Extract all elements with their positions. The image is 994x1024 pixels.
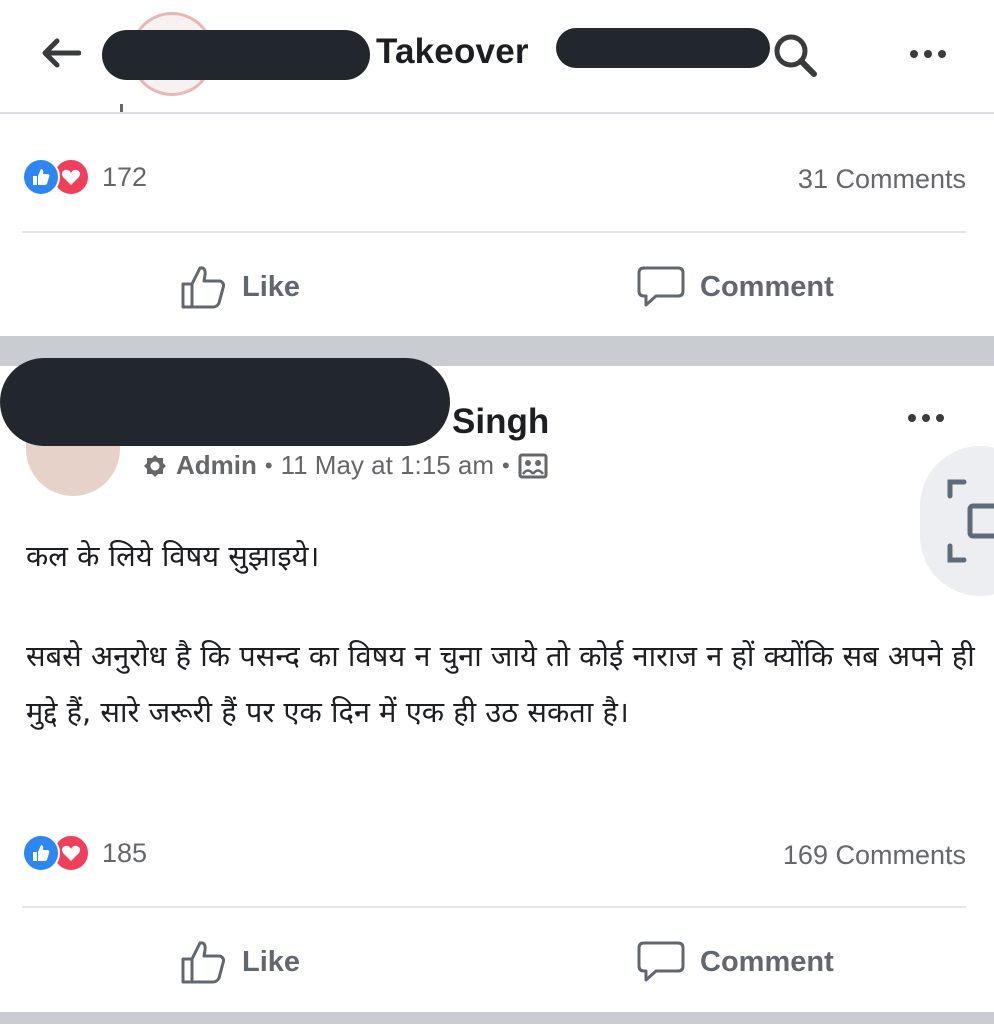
group-title: Takeover <box>376 32 529 71</box>
meta-separator: • <box>264 452 273 478</box>
post-timestamp[interactable]: 11 May at 1:15 am <box>281 450 494 481</box>
group-audience-icon <box>518 453 548 478</box>
like-button[interactable]: Like <box>180 917 300 1007</box>
post-more-options-button[interactable] <box>896 400 956 436</box>
post-stats: 172 31 Comments <box>22 154 966 204</box>
post-text-paragraph: सबसे अनुरोध है कि पसन्द का विषय न चुना ज… <box>26 639 975 729</box>
comment-label: Comment <box>700 270 834 303</box>
reactions-summary[interactable]: 185 <box>22 834 147 872</box>
comment-button[interactable]: Comment <box>636 242 834 332</box>
like-label: Like <box>242 270 301 303</box>
author-name[interactable]: Singh <box>452 402 549 442</box>
post-meta: Admin • 11 May at 1:15 am • <box>142 450 548 481</box>
post-stats: 185 169 Comments <box>22 830 966 880</box>
post-text: कल के लिये विषय सुझाइये। सबसे अनुरोध है … <box>26 528 976 740</box>
divider <box>22 231 966 233</box>
reaction-count: 172 <box>102 161 148 192</box>
comment-count-link[interactable]: 31 Comments <box>798 164 966 195</box>
thumbs-up-icon <box>181 941 226 984</box>
search-button[interactable] <box>770 30 822 82</box>
speech-bubble-icon <box>637 941 685 982</box>
post-actions: Like Comment <box>22 242 966 332</box>
like-label: Like <box>242 945 301 978</box>
more-options-button[interactable] <box>898 36 958 72</box>
facebook-group-feed: Takeover 172 31 Comments Like Comment Si… <box>0 0 994 1024</box>
dot <box>922 414 930 422</box>
reactions-summary[interactable]: 172 <box>22 158 147 196</box>
admin-badge-icon <box>144 454 166 477</box>
dot <box>910 50 918 58</box>
post-actions: Like Comment <box>22 917 966 1007</box>
truncated-text-mark <box>120 104 123 112</box>
thumbs-up-icon <box>181 266 226 309</box>
like-reaction-icon <box>22 834 60 872</box>
post-separator <box>0 1012 994 1024</box>
meta-separator: • <box>502 452 510 478</box>
comment-label: Comment <box>700 945 834 978</box>
top-app-bar: Takeover <box>0 0 994 114</box>
comment-count-link[interactable]: 169 Comments <box>783 840 966 871</box>
dot <box>936 414 944 422</box>
like-reaction-icon <box>22 158 60 196</box>
dot <box>938 50 946 58</box>
post-text-line: कल के लिये विषय सुझाइये। <box>26 539 320 573</box>
reaction-count: 185 <box>102 837 148 868</box>
redaction-block <box>102 30 370 80</box>
admin-role: Admin <box>176 450 257 480</box>
comment-button[interactable]: Comment <box>636 917 834 1007</box>
divider <box>22 906 966 908</box>
redaction-block <box>556 28 770 68</box>
arrow-left-icon <box>42 38 81 68</box>
back-button[interactable] <box>38 30 84 76</box>
like-button[interactable]: Like <box>180 242 300 332</box>
search-icon <box>774 34 817 77</box>
speech-bubble-icon <box>637 266 685 307</box>
redaction-block <box>0 358 450 446</box>
dot <box>908 414 916 422</box>
dot <box>924 50 932 58</box>
